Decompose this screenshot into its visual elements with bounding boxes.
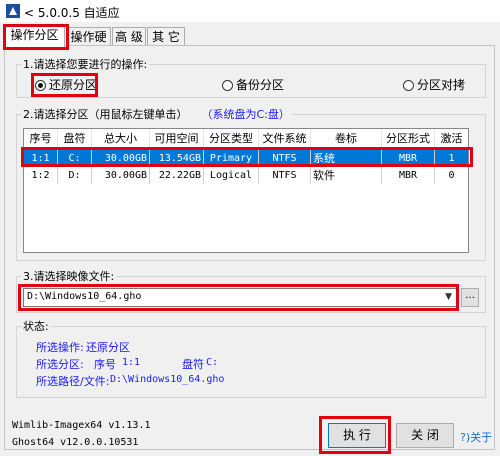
selected-drive-label: 盘符 (182, 358, 204, 371)
radio-dot (35, 80, 46, 91)
col-file-system[interactable]: 文件系统 (259, 129, 311, 149)
row-total-size: 30.00GB (92, 167, 150, 184)
tab-operate-partition[interactable]: 操作分区 (4, 24, 65, 47)
radio-copy-label: 分区对拷 (417, 78, 466, 92)
title-bar: < 5.0.0.5 自适应 (0, 0, 500, 22)
row-file-system: NTFS (259, 167, 311, 184)
image-legend: 3.请选择映像文件: (23, 270, 115, 283)
app-icon (6, 4, 20, 18)
selected-path-label: 所选路径/文件: (36, 375, 110, 388)
execute-button[interactable]: 执 行 (328, 423, 386, 448)
row-total-size: 30.00GB (92, 150, 150, 167)
tab-advanced[interactable]: 高 级 (112, 27, 146, 46)
row-partition-style: MBR (382, 167, 435, 184)
operation-legend: 1.请选择您要进行的操作: (23, 58, 148, 71)
row-free-space: 22.22GB (150, 167, 204, 184)
col-active[interactable]: 激活 (435, 129, 468, 149)
radio-backup-label: 备份分区 (236, 78, 285, 92)
system-disk-note: （系统盘为C:盘） (201, 108, 290, 121)
partition-legend: 2.请选择分区（用鼠标左键单击） （系统盘为C:盘） (23, 108, 290, 121)
row-partition-type: Logical (204, 167, 259, 184)
ghost-version: Ghost64 v12.0.0.10531 (12, 437, 139, 448)
col-total-size[interactable]: 总大小 (92, 129, 150, 149)
tab-other[interactable]: 其 它 (147, 27, 185, 46)
row-volume-label: 系统 (311, 150, 382, 167)
selected-path-value: D:\Windows10_64.gho (110, 374, 225, 385)
tab-operate-disk[interactable]: 操作硬盘 (66, 27, 111, 63)
selected-index-value: 1:1 (122, 357, 141, 368)
radio-dot (403, 80, 414, 91)
row-file-system: NTFS (259, 150, 311, 167)
row-free-space: 13.54GB (150, 150, 204, 167)
window-title: < 5.0.0.5 自适应 (24, 6, 120, 20)
image-path-value: D:\Windows10_64.gho (27, 291, 142, 302)
wimlib-version: Wimlib-Imagex64 v1.13.1 (12, 420, 151, 431)
col-partition-style[interactable]: 分区形式 (382, 129, 435, 149)
col-partition-type[interactable]: 分区类型 (204, 129, 259, 149)
row-partition-style: MBR (382, 150, 435, 167)
radio-restore[interactable]: 还原分区 (35, 78, 97, 92)
row-active: 1 (448, 153, 455, 164)
col-index[interactable]: 序号 (24, 129, 58, 149)
image-path-combobox[interactable]: D:\Windows10_64.gho ▼ (23, 288, 457, 307)
selected-partition-label: 所选分区: (36, 358, 84, 371)
col-free-space[interactable]: 可用空间 (150, 129, 204, 149)
partition-row[interactable]: 1:1 C: 30.00GB 13.54GB Primary NTFS 系统 M… (24, 150, 468, 167)
radio-backup[interactable]: 备份分区 (222, 78, 284, 92)
selected-drive-value: C: (206, 357, 219, 368)
row-volume-label: 软件 (311, 167, 382, 184)
tab-strip: 操作分区 操作硬盘 高 级 其 它 (0, 22, 500, 63)
radio-copy[interactable]: 分区对拷 (403, 78, 465, 92)
row-drive: D: (58, 167, 92, 184)
radio-dot (222, 80, 233, 91)
selected-operation-value: 还原分区 (86, 341, 130, 354)
row-index: 1:1 (24, 150, 58, 167)
partition-row[interactable]: 1:2 D: 30.00GB 22.22GB Logical NTFS 软件 M… (24, 167, 468, 184)
about-link[interactable]: ?)关于 (460, 429, 492, 445)
close-button[interactable]: 关 闭 (396, 423, 454, 448)
col-volume-label[interactable]: 卷标 (311, 129, 382, 149)
radio-restore-label: 还原分区 (49, 78, 98, 92)
status-legend: 状态: (23, 320, 49, 333)
chevron-down-icon[interactable]: ▼ (445, 292, 452, 302)
row-active: 0 (448, 170, 455, 181)
selected-operation-label: 所选操作: (36, 341, 84, 354)
row-drive: C: (58, 150, 92, 167)
row-index: 1:2 (24, 167, 58, 184)
selected-index-label: 序号 (94, 358, 116, 371)
row-partition-type: Primary (204, 150, 259, 167)
partition-list-header: 序号 盘符 总大小 可用空间 分区类型 文件系统 卷标 分区形式 激活 (24, 129, 468, 150)
col-drive[interactable]: 盘符 (58, 129, 92, 149)
browse-button[interactable]: ... (461, 288, 479, 307)
partition-list[interactable]: 序号 盘符 总大小 可用空间 分区类型 文件系统 卷标 分区形式 激活 1:1 … (23, 128, 469, 253)
